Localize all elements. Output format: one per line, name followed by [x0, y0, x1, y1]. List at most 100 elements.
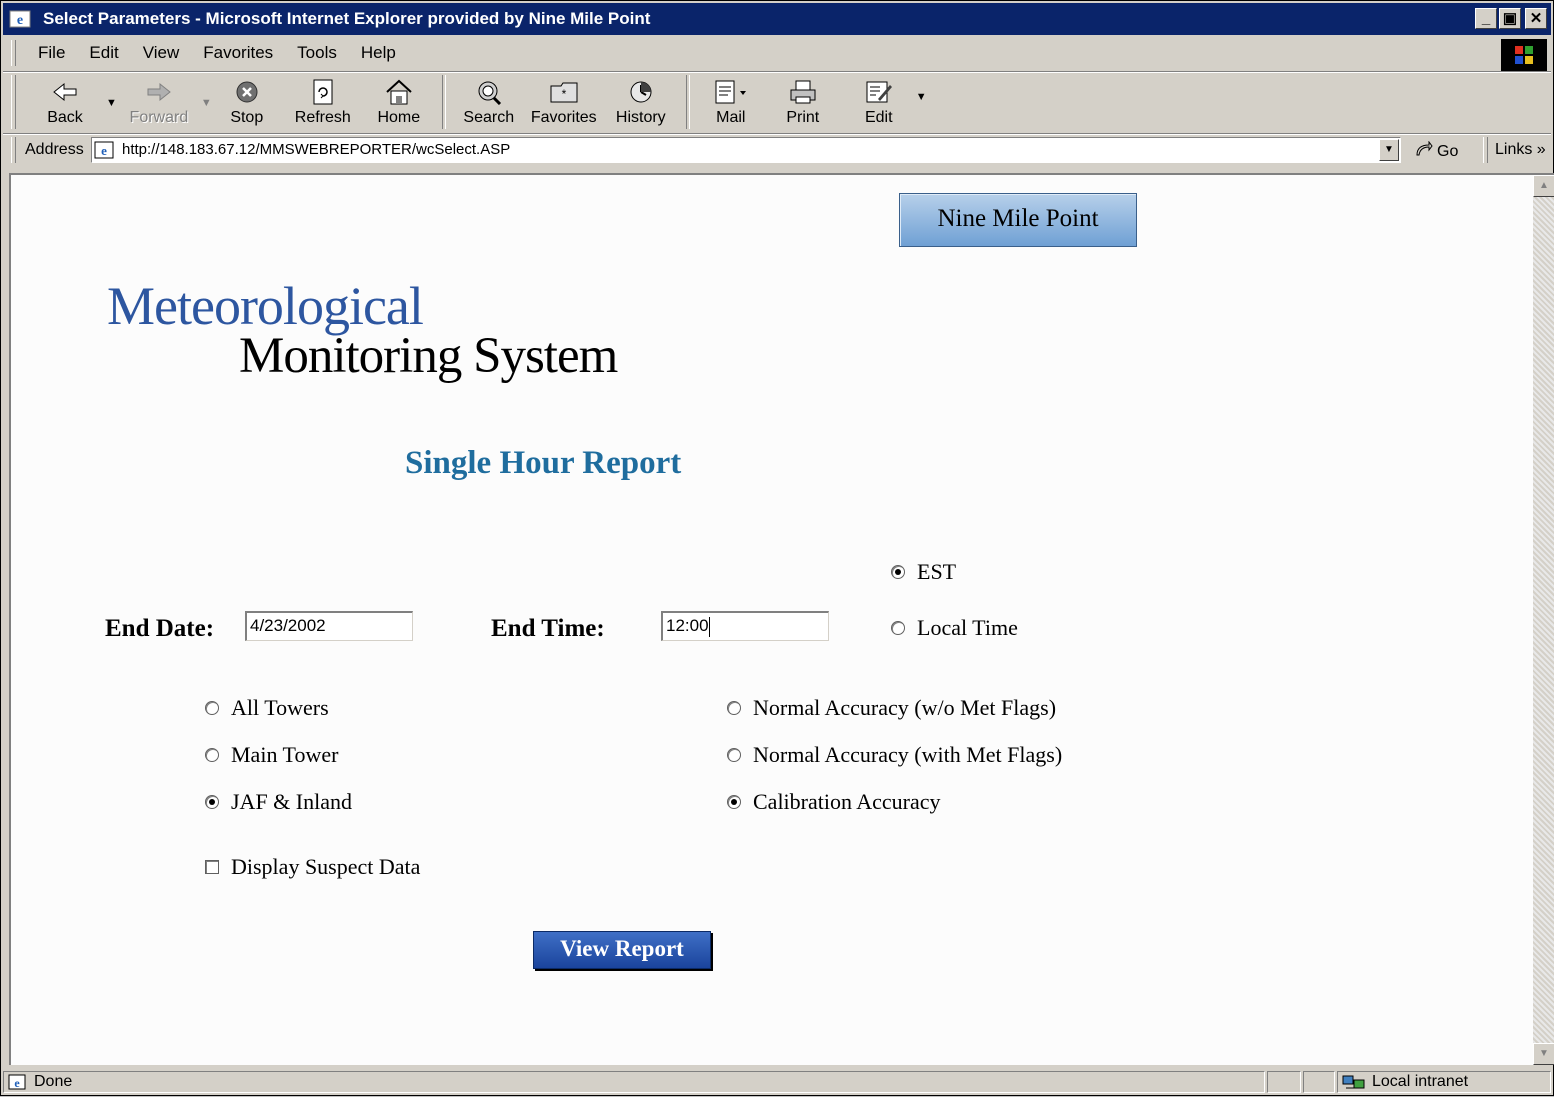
end-date-value: 4/23/2002 — [250, 616, 326, 635]
print-button[interactable]: Print — [764, 73, 842, 127]
mail-button[interactable]: Mail — [698, 73, 764, 127]
back-dropdown-icon[interactable]: ▼ — [106, 73, 117, 109]
page-icon: e — [94, 141, 114, 159]
history-button[interactable]: History — [604, 73, 678, 127]
scroll-down-button[interactable]: ▼ — [1533, 1043, 1554, 1065]
page-done-icon: e — [8, 1074, 26, 1095]
end-time-input[interactable]: 12:00 — [661, 611, 829, 641]
radio-calibration-input[interactable] — [727, 795, 741, 809]
edit-button[interactable]: Edit — [842, 73, 916, 127]
ie-icon: e — [9, 8, 31, 30]
toolbar-separator — [441, 75, 446, 129]
radio-normal-flags-input[interactable] — [727, 748, 741, 762]
forward-arrow-icon — [142, 77, 176, 107]
forward-button[interactable]: Forward — [117, 73, 201, 127]
go-label: Go — [1437, 142, 1459, 160]
refresh-icon — [306, 77, 340, 107]
windows-logo-icon — [1501, 39, 1547, 71]
end-date-input[interactable]: 4/23/2002 — [245, 611, 413, 641]
suspect-data-checkbox-input[interactable] — [205, 860, 219, 874]
address-input[interactable]: e http://148.183.67.12/MMSWEBREPORTER/wc… — [91, 137, 1401, 163]
end-time-value: 12:00 — [666, 616, 709, 635]
menu-view[interactable]: View — [131, 43, 192, 63]
radio-normal-accuracy-flags[interactable]: Normal Accuracy (with Met Flags) — [727, 742, 1062, 768]
edit-label: Edit — [864, 109, 893, 126]
radio-main-tower-input[interactable] — [205, 748, 219, 762]
home-label: Home — [377, 109, 421, 126]
vertical-scrollbar[interactable]: ▲ ▼ — [1533, 175, 1554, 1065]
menu-edit[interactable]: Edit — [77, 43, 130, 63]
radio-jaf-inland-label: JAF & Inland — [231, 789, 352, 814]
history-label: History — [615, 109, 666, 126]
end-date-label: End Date: — [105, 615, 215, 642]
menu-tools[interactable]: Tools — [285, 43, 349, 63]
maximize-button[interactable]: ▣ — [1499, 8, 1521, 29]
go-arrow-icon — [1415, 140, 1433, 162]
radio-jaf-inland-input[interactable] — [205, 795, 219, 809]
svg-text:e: e — [17, 13, 23, 28]
refresh-button[interactable]: Refresh — [282, 73, 364, 127]
menu-favorites[interactable]: Favorites — [191, 43, 285, 63]
back-label: Back — [47, 109, 83, 126]
favorites-button[interactable]: * Favorites — [524, 73, 604, 127]
forward-dropdown-icon[interactable]: ▼ — [201, 73, 212, 109]
address-dropdown-icon[interactable]: ▼ — [1379, 139, 1399, 161]
search-button[interactable]: Search — [454, 73, 524, 127]
radio-all-towers-input[interactable] — [205, 701, 219, 715]
site-button[interactable]: Nine Mile Point — [899, 193, 1137, 247]
status-zone: Local intranet — [1372, 1073, 1469, 1090]
address-label: Address — [25, 141, 84, 158]
links-grip[interactable] — [1483, 137, 1488, 163]
toolbar-more-icon[interactable]: ▼ — [916, 73, 927, 103]
radio-est-input[interactable] — [891, 565, 905, 579]
radio-normal-accuracy-no-flags[interactable]: Normal Accuracy (w/o Met Flags) — [727, 695, 1056, 721]
radio-calibration-accuracy[interactable]: Calibration Accuracy — [727, 789, 941, 815]
radio-main-tower-label: Main Tower — [231, 742, 339, 767]
view-report-button[interactable]: View Report — [533, 931, 711, 969]
stop-button[interactable]: Stop — [212, 73, 282, 127]
menubar-grip[interactable] — [11, 40, 16, 66]
menu-help[interactable]: Help — [349, 43, 408, 63]
mail-label: Mail — [716, 109, 746, 126]
radio-all-towers[interactable]: All Towers — [205, 695, 329, 721]
menu-file[interactable]: File — [26, 43, 77, 63]
window-title: Select Parameters - Microsoft Internet E… — [43, 9, 651, 28]
back-button[interactable]: Back — [24, 73, 106, 127]
address-bar: Address e http://148.183.67.12/MMSWEBREP… — [11, 135, 1551, 167]
text-caret — [708, 616, 710, 637]
svg-text:e: e — [101, 143, 107, 158]
favorites-icon: * — [547, 77, 581, 107]
title-bar: e Select Parameters - Microsoft Internet… — [3, 3, 1551, 35]
refresh-label: Refresh — [294, 109, 351, 126]
suspect-data-checkbox[interactable]: Display Suspect Data — [205, 854, 420, 880]
home-button[interactable]: Home — [364, 73, 434, 127]
status-panel-2 — [1303, 1071, 1335, 1093]
intranet-icon — [1342, 1074, 1366, 1097]
radio-normal-flags-label: Normal Accuracy (with Met Flags) — [753, 742, 1063, 767]
radio-local-time-label: Local Time — [917, 615, 1018, 640]
status-panel-1 — [1267, 1071, 1301, 1093]
close-button[interactable]: ✕ — [1525, 8, 1547, 29]
minimize-button[interactable]: _ — [1475, 8, 1497, 29]
radio-local-time-input[interactable] — [891, 621, 905, 635]
forward-label: Forward — [129, 109, 189, 126]
links-button[interactable]: Links » — [1495, 141, 1546, 159]
radio-jaf-inland[interactable]: JAF & Inland — [205, 789, 352, 815]
radio-main-tower[interactable]: Main Tower — [205, 742, 338, 768]
stop-icon — [230, 77, 264, 107]
printer-icon — [786, 77, 820, 107]
radio-local-time[interactable]: Local Time — [891, 615, 1018, 641]
toolbar-grip[interactable] — [11, 75, 16, 129]
scroll-up-button[interactable]: ▲ — [1533, 175, 1554, 197]
radio-est[interactable]: EST — [891, 559, 956, 585]
go-button[interactable]: Go — [1415, 140, 1459, 162]
address-url: http://148.183.67.12/MMSWEBREPORTER/wcSe… — [122, 141, 511, 158]
addressbar-grip[interactable] — [11, 137, 16, 163]
status-bar: e Done Local intranet — [3, 1069, 1551, 1095]
svg-text:e: e — [14, 1076, 20, 1090]
home-icon — [382, 77, 416, 107]
standard-toolbar: Back ▼ Forward ▼ Stop Refresh Home Searc… — [11, 73, 927, 131]
end-time-label: End Time: — [491, 615, 605, 642]
search-icon — [472, 77, 506, 107]
radio-normal-no-flags-input[interactable] — [727, 701, 741, 715]
